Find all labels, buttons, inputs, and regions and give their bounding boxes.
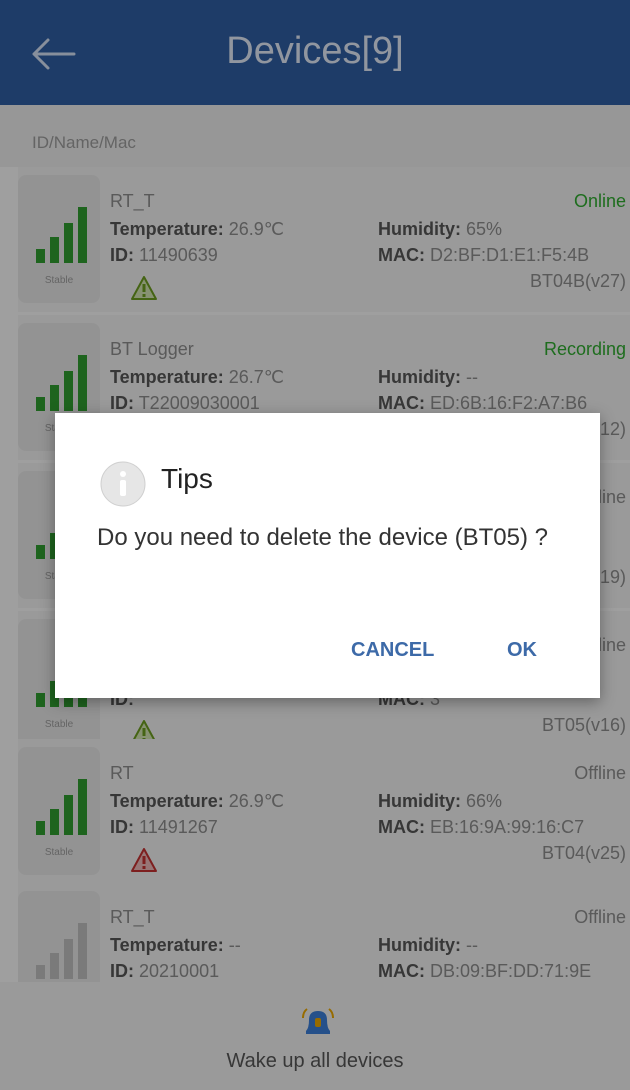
dialog-message: Do you need to delete the device (BT05) …: [97, 524, 548, 551]
cancel-button[interactable]: CANCEL: [351, 639, 434, 662]
info-icon: [100, 461, 146, 507]
delete-confirm-dialog: Tips Do you need to delete the device (B…: [55, 413, 600, 698]
dialog-title: Tips: [161, 463, 213, 494]
ok-button[interactable]: OK: [507, 639, 537, 662]
